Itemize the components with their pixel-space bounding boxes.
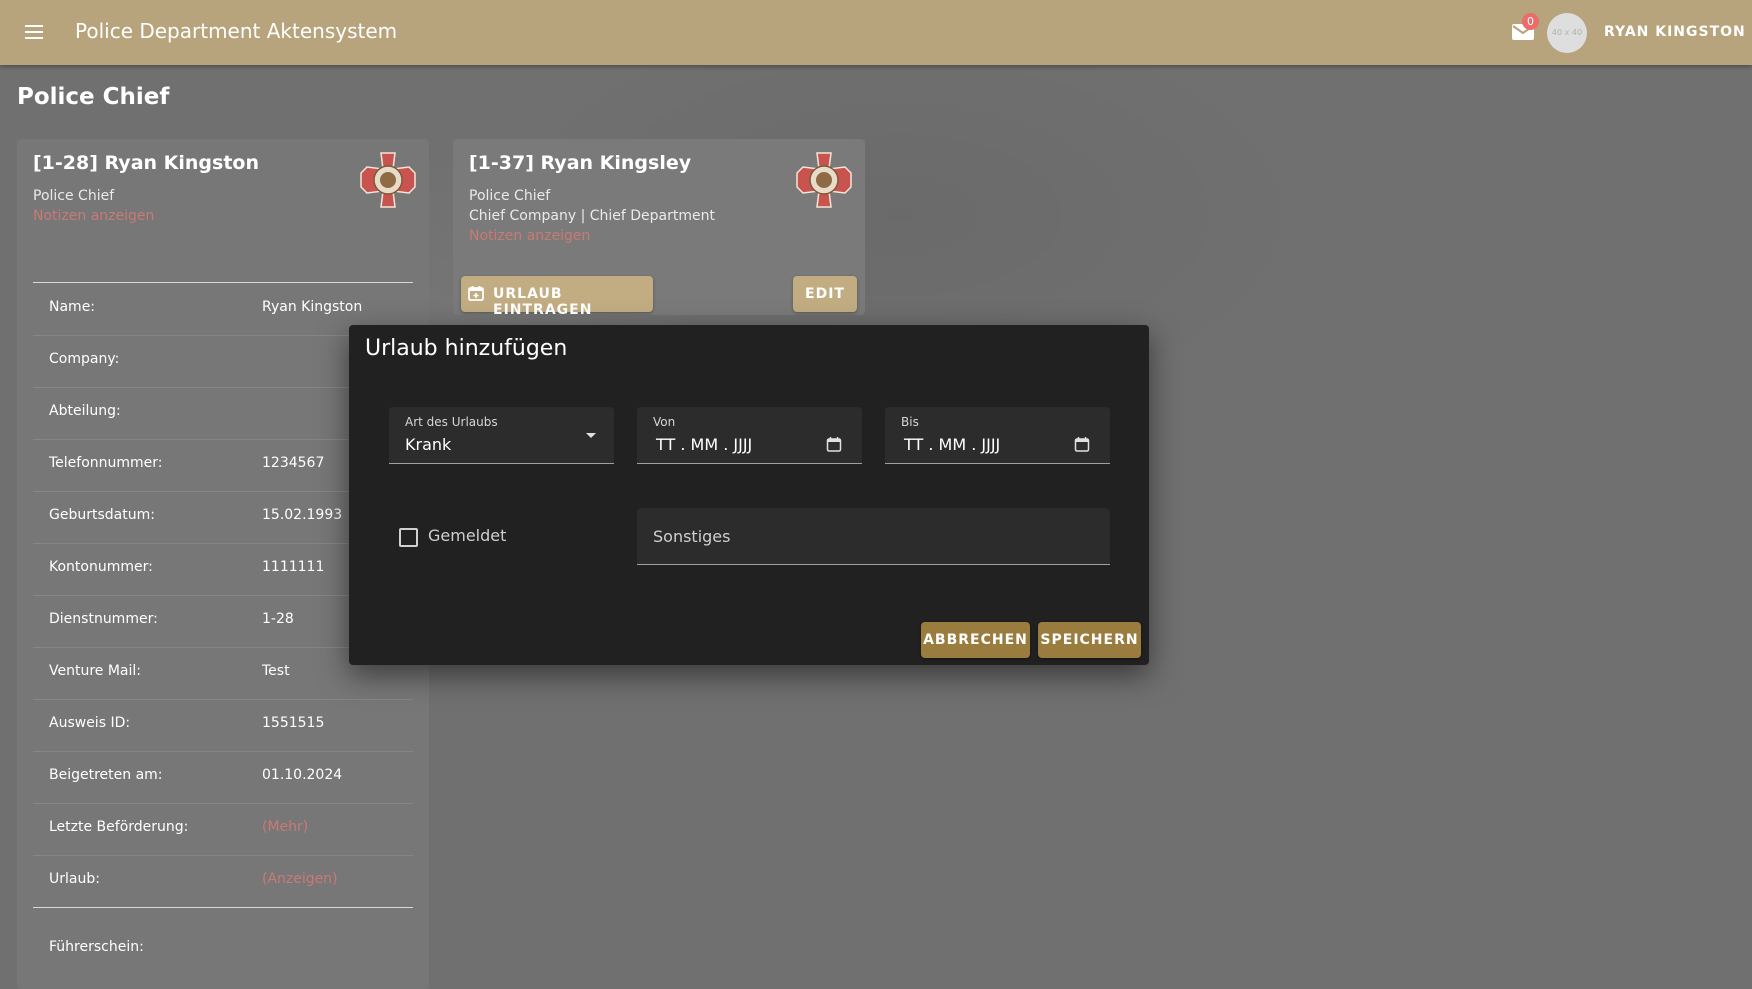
info-label: Name: — [49, 299, 96, 315]
field-label: Von — [653, 415, 676, 429]
info-value: Test — [262, 663, 290, 679]
info-label: Venture Mail: — [49, 663, 142, 679]
info-value: 15.02.1993 — [262, 507, 343, 523]
officer-name: [1-37] Ryan Kingsley — [469, 152, 692, 174]
info-row-fuehrerschein: Führerschein: — [33, 923, 413, 975]
input-placeholder: Sonstiges — [653, 527, 731, 546]
edit-button[interactable]: EDIT — [793, 276, 857, 312]
menu-icon[interactable] — [22, 21, 46, 43]
info-row-urlaub: Urlaub: (Anzeigen) — [33, 855, 413, 908]
calendar-icon[interactable] — [1074, 436, 1090, 452]
chevron-down-icon — [586, 433, 596, 438]
info-value: Ryan Kingston — [262, 299, 363, 315]
field-value: TT . MM . JJJJ — [656, 435, 753, 454]
info-row-beigetreten: Beigetreten am: 01.10.2024 — [33, 751, 413, 804]
info-label: Letzte Beförderung: — [49, 819, 189, 835]
field-value: TT . MM . JJJJ — [904, 435, 1001, 454]
officer-company: Chief Company | Chief Department — [469, 208, 715, 224]
vacation-type-select[interactable]: Art des Urlaubs Krank — [389, 407, 614, 464]
info-value: 1551515 — [262, 715, 325, 731]
show-notes-link[interactable]: Notizen anzeigen — [33, 208, 154, 224]
add-vacation-dialog: Urlaub hinzufügen Art des Urlaubs Krank … — [349, 325, 1149, 665]
to-date-field[interactable]: Bis TT . MM . JJJJ — [885, 407, 1110, 464]
app-header: Police Department Aktensystem 0 40 x 40 … — [0, 0, 1752, 65]
info-label: Geburtsdatum: — [49, 507, 155, 523]
user-name[interactable]: RYAN KINGSTON — [1604, 24, 1746, 40]
save-button[interactable]: SPEICHERN — [1038, 622, 1141, 658]
field-label: Art des Urlaubs — [405, 415, 498, 429]
add-vacation-button[interactable]: URLAUB EINTRAGEN — [461, 276, 653, 318]
field-label: Bis — [901, 415, 919, 429]
from-date-field[interactable]: Von TT . MM . JJJJ — [637, 407, 862, 464]
checkbox-label: Gemeldet — [428, 526, 507, 545]
info-value: 1234567 — [262, 455, 325, 471]
other-notes-input[interactable]: Sonstiges — [637, 508, 1110, 565]
info-label: Abteilung: — [49, 403, 121, 419]
more-promotions-link[interactable]: (Mehr) — [262, 819, 308, 835]
officer-role: Police Chief — [469, 188, 551, 204]
fire-department-badge-icon — [796, 152, 852, 208]
calendar-plus-icon — [468, 286, 484, 301]
checkbox-box[interactable] — [399, 528, 418, 547]
info-value: 1111111 — [262, 559, 325, 575]
info-row-letzte-befoerderung: Letzte Beförderung: (Mehr) — [33, 803, 413, 856]
fire-department-badge-icon — [360, 152, 416, 208]
info-value: 1-28 — [262, 611, 294, 627]
add-vacation-label: URLAUB EINTRAGEN — [493, 286, 593, 318]
field-value: Krank — [405, 435, 452, 454]
officer-role: Police Chief — [33, 188, 115, 204]
info-value: 01.10.2024 — [262, 767, 343, 783]
app-title: Police Department Aktensystem — [75, 19, 398, 43]
mail-count-badge: 0 — [1522, 13, 1539, 30]
show-notes-link[interactable]: Notizen anzeigen — [469, 228, 590, 244]
info-label: Ausweis ID: — [49, 715, 131, 731]
officer-name: [1-28] Ryan Kingston — [33, 152, 259, 174]
info-row-ausweis-id: Ausweis ID: 1551515 — [33, 699, 413, 752]
dialog-title: Urlaub hinzufügen — [365, 336, 568, 361]
cancel-button[interactable]: ABBRECHEN — [921, 622, 1030, 658]
show-vacation-link[interactable]: (Anzeigen) — [262, 871, 338, 887]
page-title: Police Chief — [17, 84, 170, 110]
info-label: Dienstnummer: — [49, 611, 158, 627]
info-label: Kontonummer: — [49, 559, 153, 575]
info-label: Telefonnummer: — [49, 455, 163, 471]
calendar-icon[interactable] — [826, 436, 842, 452]
info-label: Beigetreten am: — [49, 767, 163, 783]
officer-card: [1-37] Ryan Kingsley Police Chief Chief … — [453, 139, 865, 318]
info-label: Urlaub: — [49, 871, 100, 887]
avatar[interactable]: 40 x 40 — [1547, 13, 1587, 53]
info-label: Führerschein: — [49, 939, 144, 955]
info-label: Company: — [49, 351, 120, 367]
